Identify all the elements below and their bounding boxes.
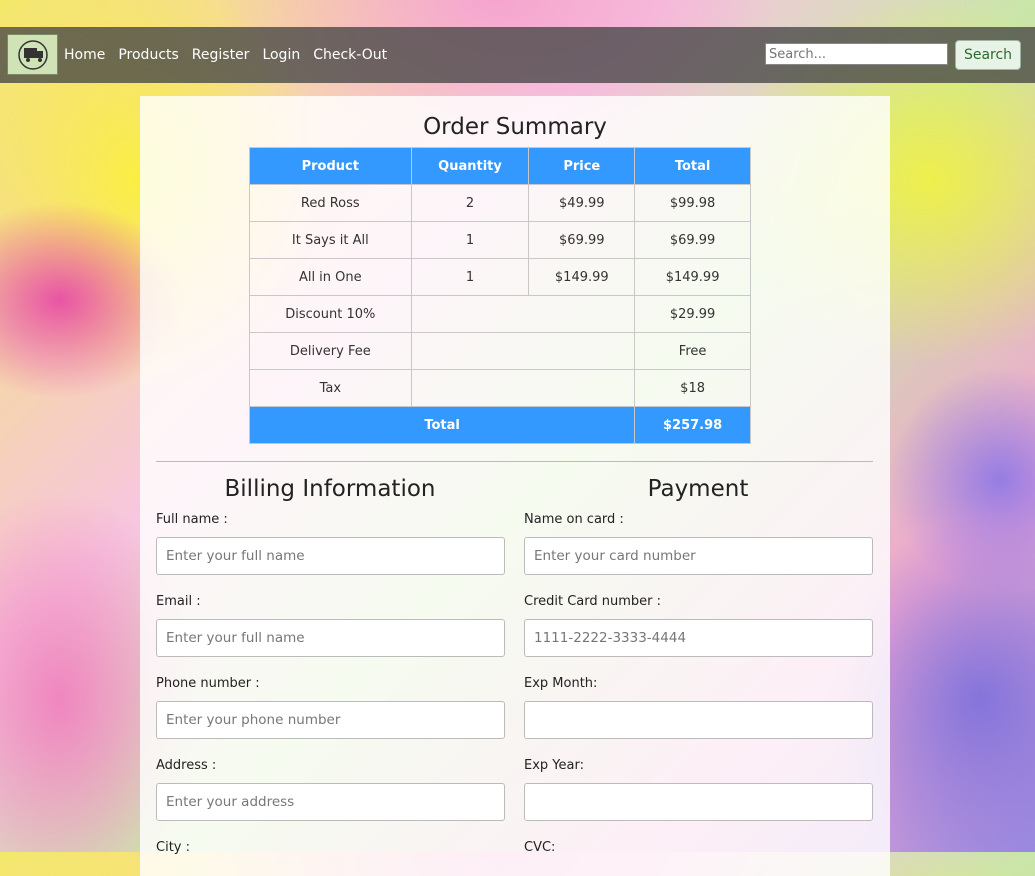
item-total: $99.98 [634,184,751,222]
total-label: Total [248,406,636,444]
table-row: All in One 1 $149.99 $149.99 [249,258,751,296]
order-summary-table: Product Quantity Price Total Red Ross 2 … [248,147,751,444]
phone-label: Phone number : [156,676,260,691]
item-quantity: 2 [410,184,530,222]
discount-value: $29.99 [634,295,751,333]
delivery-value: Free [634,332,751,370]
nav-home[interactable]: Home [64,47,105,63]
nav-register[interactable]: Register [192,47,250,63]
item-product: It Says it All [249,221,412,259]
delivery-label: Delivery Fee [249,332,412,370]
total-row: Total $257.98 [248,406,751,444]
order-summary-title: Order Summary [423,114,607,140]
phone-input[interactable] [156,701,505,739]
empty-cell [410,295,636,333]
item-price: $149.99 [528,258,636,296]
card-number-label: Credit Card number : [524,594,662,609]
card-name-label: Name on card : [524,512,624,527]
logo[interactable] [7,34,58,75]
exp-month-input[interactable] [524,701,873,739]
card-name-input[interactable] [524,537,873,575]
item-price: $69.99 [528,221,636,259]
header-product: Product [249,147,412,185]
shop-logo-icon [17,39,48,70]
city-label: City : [156,840,190,855]
item-total: $69.99 [634,221,751,259]
item-quantity: 1 [410,258,530,296]
search-button[interactable]: Search [955,40,1021,70]
item-total: $149.99 [634,258,751,296]
billing-title: Billing Information [224,476,436,502]
full-name-label: Full name : [156,512,228,527]
table-header-row: Product Quantity Price Total [249,147,751,185]
search-input[interactable] [765,43,948,65]
table-row: It Says it All 1 $69.99 $69.99 [249,221,751,259]
table-row: Discount 10% $29.99 [249,295,751,333]
address-input[interactable] [156,783,505,821]
nav-products[interactable]: Products [118,47,178,63]
checkout-panel: Order Summary Product Quantity Price Tot… [140,96,890,876]
header-quantity: Quantity [410,147,530,185]
header-price: Price [528,147,636,185]
full-name-input[interactable] [156,537,505,575]
nav-login[interactable]: Login [262,47,300,63]
table-row: Delivery Fee Free [249,332,751,370]
card-number-input[interactable] [524,619,873,657]
empty-cell [410,332,636,370]
table-row: Red Ross 2 $49.99 $99.98 [249,184,751,222]
exp-year-input[interactable] [524,783,873,821]
navbar: Home Products Register Login Check-Out S… [0,27,1035,83]
nav-checkout[interactable]: Check-Out [313,47,387,63]
item-price: $49.99 [528,184,636,222]
header-total: Total [634,147,751,185]
table-row: Tax $18 [249,369,751,407]
cvc-label: CVC: [524,840,556,855]
nav-links: Home Products Register Login Check-Out [64,27,387,83]
exp-year-label: Exp Year: [524,758,584,773]
item-product: All in One [249,258,412,296]
divider [156,461,873,462]
item-product: Red Ross [249,184,412,222]
discount-label: Discount 10% [249,295,412,333]
total-value: $257.98 [634,406,751,444]
tax-value: $18 [634,369,751,407]
item-quantity: 1 [410,221,530,259]
address-label: Address : [156,758,217,773]
payment-title: Payment [647,476,749,502]
empty-cell [410,369,636,407]
email-label: Email : [156,594,201,609]
email-input[interactable] [156,619,505,657]
tax-label: Tax [249,369,412,407]
exp-month-label: Exp Month: [524,676,598,691]
